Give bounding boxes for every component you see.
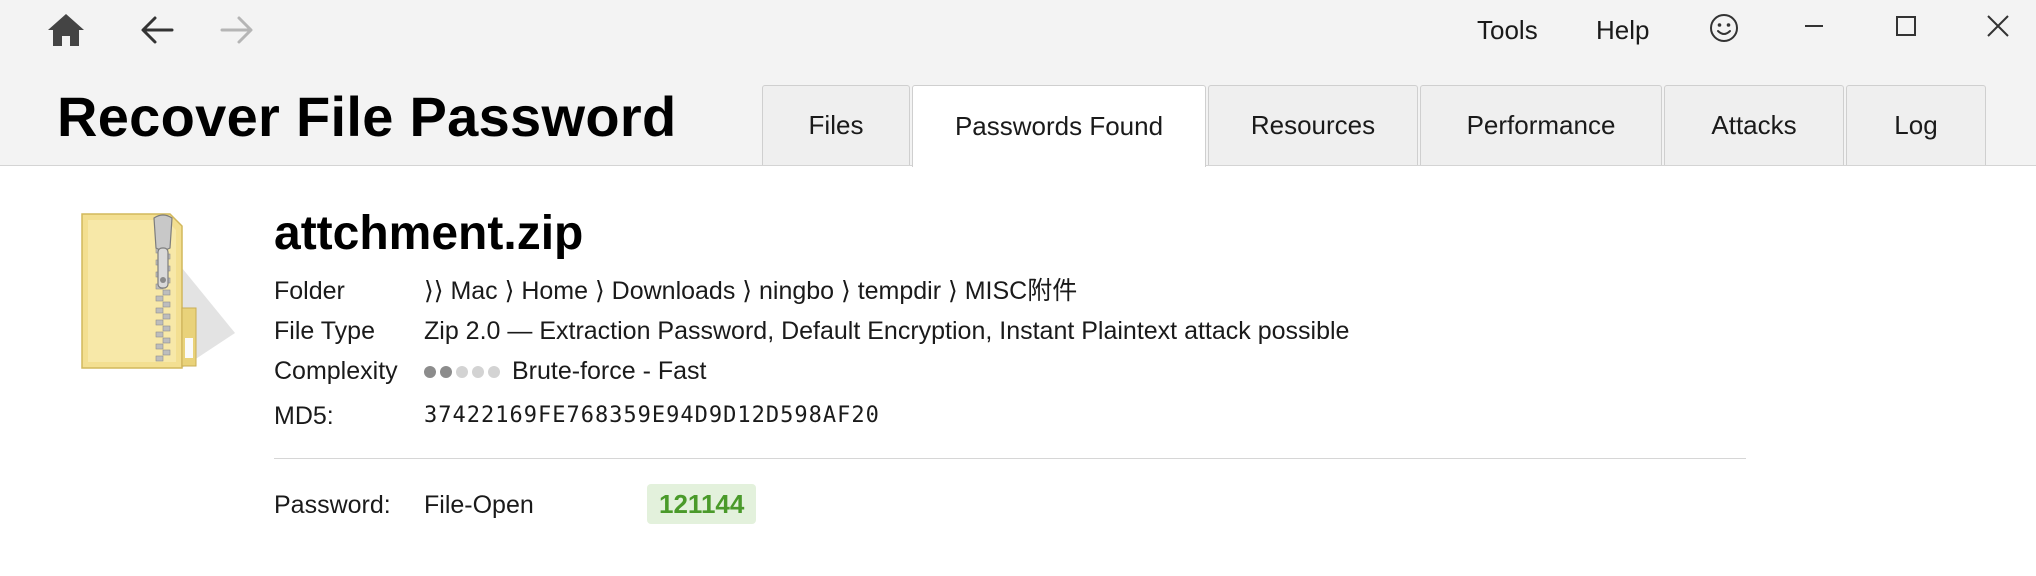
arrow-right-icon[interactable] <box>208 6 264 54</box>
complexity-dot <box>440 366 452 379</box>
password-label: Password: <box>274 491 391 519</box>
app-header: Tools Help Recover File Password Files P… <box>0 0 2036 167</box>
divider <box>274 458 1746 459</box>
app-title: Recover File Password <box>57 85 677 148</box>
tab-resources[interactable]: Resources <box>1208 85 1418 165</box>
maximize-icon[interactable] <box>1876 4 1936 48</box>
complexity-value: Brute-force - Fast <box>512 357 707 385</box>
password-value[interactable]: 121144 <box>647 484 757 524</box>
folder-label: Folder <box>274 277 345 305</box>
md5-value[interactable]: 37422169FE768359E94D9D12D598AF20 <box>424 398 880 434</box>
zip-folder-icon <box>70 208 240 378</box>
minimize-icon[interactable] <box>1784 4 1844 48</box>
md5-label: MD5: <box>274 402 334 430</box>
menu-tools[interactable]: Tools <box>1477 10 1538 50</box>
complexity-dots <box>424 366 500 379</box>
file-name: attchment.zip <box>274 207 584 260</box>
smiley-icon[interactable] <box>1696 4 1752 52</box>
file-type-value: Zip 2.0 — Extraction Password, Default E… <box>424 317 1350 345</box>
tab-files[interactable]: Files <box>762 85 910 165</box>
tab-passwords-found[interactable]: Passwords Found <box>912 85 1206 167</box>
close-icon[interactable] <box>1968 4 2028 48</box>
arrow-left-icon[interactable] <box>130 6 186 54</box>
tab-attacks[interactable]: Attacks <box>1664 85 1844 165</box>
tab-log[interactable]: Log <box>1846 85 1986 165</box>
file-type-label: File Type <box>274 317 375 345</box>
complexity-dot <box>472 366 484 379</box>
complexity-label: Complexity <box>274 357 398 385</box>
complexity-dot <box>456 366 468 379</box>
complexity-value-group: Brute-force - Fast <box>424 353 707 389</box>
folder-path[interactable]: ⟩⟩ Mac ⟩ Home ⟩ Downloads ⟩ ningbo ⟩ tem… <box>424 273 1077 309</box>
tab-performance[interactable]: Performance <box>1420 85 1662 165</box>
menu-help[interactable]: Help <box>1596 10 1649 50</box>
complexity-dot <box>488 366 500 379</box>
home-icon[interactable] <box>38 6 94 54</box>
password-kind: File-Open <box>424 491 534 519</box>
complexity-dot <box>424 366 436 379</box>
tab-bar: Files Passwords Found Resources Performa… <box>762 85 1988 167</box>
